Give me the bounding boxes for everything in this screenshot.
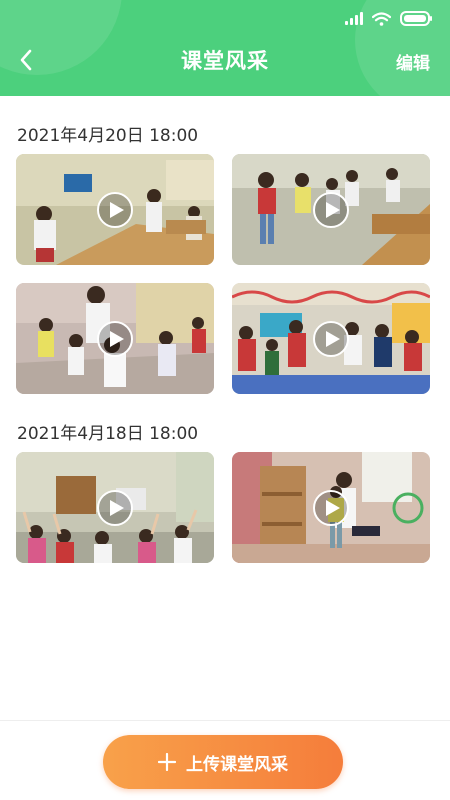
signal-icon [345,12,363,25]
battery-icon [400,11,432,26]
plus-icon [158,753,176,771]
play-icon [313,320,349,357]
video-thumbnail[interactable] [16,283,214,394]
video-thumbnail[interactable] [232,154,430,265]
upload-button-label: 上传课堂风采 [186,754,288,775]
upload-button[interactable]: 上传课堂风采 [103,735,343,789]
app-header: 课堂风采 编辑 [0,0,450,96]
video-thumbnail[interactable] [16,452,214,563]
page-title: 课堂风采 [181,49,269,73]
video-thumbnail[interactable] [232,283,430,394]
play-icon [97,320,133,357]
status-bar [345,11,432,26]
group-date: 2021年4月18日 18:00 [17,424,199,444]
group-date: 2021年4月20日 18:00 [17,126,199,146]
play-icon [313,489,349,526]
video-thumbnail[interactable] [16,154,214,265]
play-icon [313,191,349,228]
wifi-icon [372,11,391,26]
video-thumbnail[interactable] [232,452,430,563]
edit-button[interactable]: 编辑 [396,49,430,74]
bottom-bar: 上传课堂风采 [0,720,450,800]
play-icon [97,489,133,526]
play-icon [97,191,133,228]
